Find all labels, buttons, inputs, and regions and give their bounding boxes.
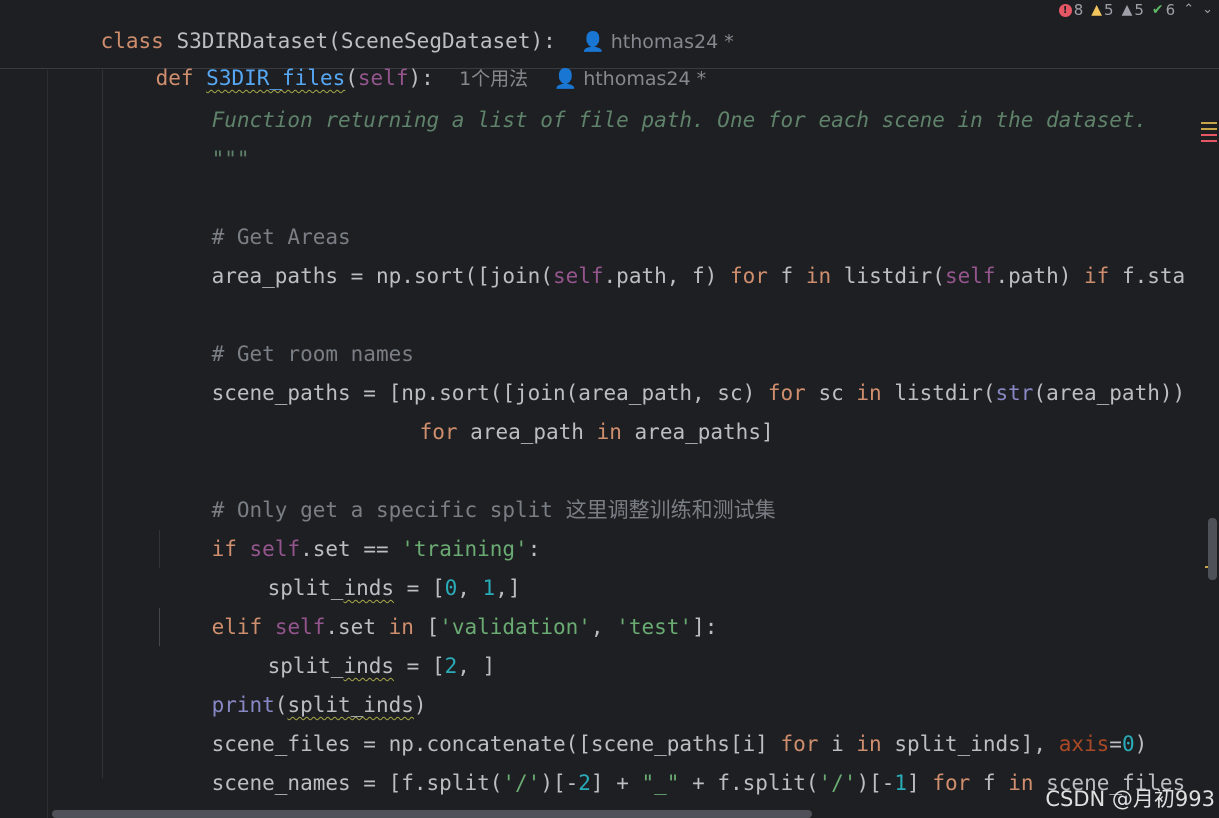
typo-count-value: 6 (1165, 1, 1176, 19)
code-line[interactable]: split_inds = [2, ] (217, 608, 496, 678)
indent-guide (159, 530, 160, 568)
watermark: CSDN @月初993 (1045, 787, 1215, 811)
def-keyword: def (155, 66, 194, 90)
code-line[interactable]: scene_paths = [np.sort([join(area_path, … (161, 335, 1186, 405)
def-paren-open: ( (345, 66, 358, 90)
number-token: 1 (894, 771, 908, 795)
warning-mark[interactable] (1201, 122, 1217, 124)
def-author-hint[interactable]: 👤 hthomas24 * (553, 68, 706, 90)
code-token: listdir( (831, 264, 945, 288)
code-token: .path) (995, 264, 1085, 288)
code-line[interactable]: """ (161, 101, 250, 171)
gutter-divider (47, 70, 48, 818)
error-count-value: 8 (1073, 1, 1084, 19)
code-token: sc (805, 381, 857, 405)
number-token: 2 (444, 654, 458, 678)
error-mark[interactable] (1201, 134, 1217, 136)
code-token: area_path (457, 420, 597, 444)
code-token: )[- (540, 771, 579, 795)
code-line[interactable]: elif self.set in ['validation', 'test']: (161, 569, 718, 639)
string-token: '/' (502, 771, 541, 795)
horizontal-scrollbar[interactable] (52, 810, 812, 818)
sticky-lines-header[interactable]: class S3DIRDataset(SceneSegDataset): 👤 h… (0, 0, 1219, 90)
docstring-end: """ (211, 147, 250, 171)
code-token: f (767, 264, 806, 288)
builtin-token: str (995, 381, 1034, 405)
docstring-text: Function returning a list of file path. … (211, 108, 1148, 132)
warning-icon: ▲ (1091, 2, 1103, 18)
error-stripe[interactable] (1200, 20, 1219, 818)
indent-guide (102, 70, 103, 778)
code-token: f (970, 771, 1009, 795)
vertical-scrollbar[interactable] (1208, 518, 1217, 580)
code-line[interactable]: # Only get a specific split 这里调整训练和测试集 (161, 452, 776, 522)
warning-count-value: 5 (1104, 1, 1114, 19)
keyword-token: if (1084, 264, 1110, 288)
code-token: , (590, 615, 617, 639)
weak-warning-count[interactable]: ▲ 5 (1122, 0, 1144, 20)
previous-highlight-icon[interactable]: ⌃ (1183, 0, 1194, 20)
sticky-class-line[interactable]: class S3DIRDataset(SceneSegDataset): 👤 h… (50, 0, 734, 53)
code-token: + f.split( (679, 771, 819, 795)
code-line[interactable]: # Get Areas (161, 179, 351, 249)
code-token: .path, f) (603, 264, 730, 288)
editor-gutter (0, 0, 48, 818)
code-line[interactable]: split_inds = [0, 1,] (217, 530, 521, 600)
check-icon: ✔ (1151, 2, 1164, 18)
keyword-token: in (805, 264, 832, 288)
keyword-token: for (419, 420, 458, 444)
weak-warning-count-value: 5 (1134, 1, 1144, 19)
keyword-token: in (856, 381, 882, 405)
error-count[interactable]: ! 8 (1058, 0, 1084, 20)
error-mark[interactable] (1201, 140, 1217, 142)
code-line[interactable]: print(split_inds) (161, 647, 427, 717)
keyword-token: in (596, 420, 622, 444)
code-token: f.sta (1109, 264, 1186, 288)
code-line[interactable]: # Get room names (161, 296, 414, 366)
string-token: "_" (641, 771, 680, 795)
sticky-def-line[interactable]: def S3DIR_files(self): 1个用法 👤 hthomas24 … (105, 33, 707, 90)
code-token: : (527, 537, 541, 561)
def-self-param: self (357, 66, 409, 90)
code-line[interactable]: if self.set == 'training': (161, 491, 541, 561)
number-token: 2 (578, 771, 591, 795)
string-token: 'test' (616, 615, 693, 639)
code-line[interactable]: for area_path in area_paths] (369, 374, 774, 444)
self-token: self (944, 264, 996, 288)
string-token: '/' (818, 771, 857, 795)
code-token: ]: (692, 615, 718, 639)
usages-hint[interactable]: 1个用法 (459, 68, 528, 90)
inspection-widget[interactable]: ! 8 ▲ 5 ▲ 5 ✔ 6 ⌃ ⌄ (1058, 0, 1219, 20)
error-icon: ! (1058, 3, 1072, 17)
code-token: ] (907, 771, 933, 795)
code-line[interactable]: scene_files = np.concatenate([scene_path… (161, 686, 1148, 756)
typo-count[interactable]: ✔ 6 (1152, 0, 1175, 20)
code-line[interactable]: scene_names = [f.split('/')[-2] + "_" + … (161, 725, 1186, 795)
code-token: (area_path)) (1033, 381, 1186, 405)
indent-guide (159, 608, 160, 646)
code-token: )[- (856, 771, 895, 795)
keyword-token: for (729, 264, 768, 288)
def-author: hthomas24 * (583, 68, 707, 90)
code-token: , ] (457, 654, 496, 678)
weak-warning-icon: ▲ (1121, 2, 1133, 18)
def-paren-close: ): (408, 66, 434, 90)
code-token: area_paths] (621, 420, 774, 444)
code-line[interactable]: area_paths = np.sort([join(self.path, f)… (161, 218, 1186, 288)
keyword-token: in (1008, 771, 1034, 795)
warning-count[interactable]: ▲ 5 (1091, 0, 1113, 20)
def-name: S3DIR_files (206, 66, 346, 90)
keyword-token: for (932, 771, 971, 795)
self-token: self (552, 264, 604, 288)
code-token: ] + (590, 771, 642, 795)
code-token: scene_names = [f.split( (211, 771, 503, 795)
warning-mark[interactable] (1201, 128, 1217, 130)
user-icon: 👤 (553, 68, 578, 90)
code-token: listdir( (881, 381, 996, 405)
code-token: area_paths = np.sort([join( (211, 264, 553, 288)
next-highlight-icon[interactable]: ⌄ (1202, 0, 1213, 20)
